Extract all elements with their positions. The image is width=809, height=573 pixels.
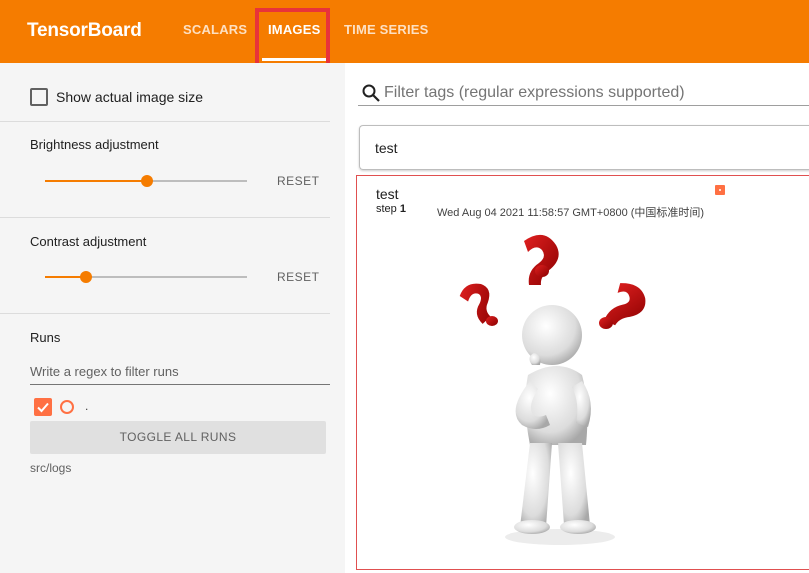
toggle-all-runs-button[interactable]: TOGGLE ALL RUNS bbox=[30, 421, 326, 454]
contrast-label: Contrast adjustment bbox=[30, 234, 147, 249]
run-checkbox[interactable] bbox=[34, 398, 52, 416]
question-mark-left bbox=[459, 283, 498, 326]
run-color-swatch[interactable] bbox=[60, 400, 74, 414]
step-label: step bbox=[376, 203, 397, 215]
step-value: 1 bbox=[399, 203, 406, 215]
log-directory: src/logs bbox=[30, 461, 72, 475]
image-size-section: Show actual image size bbox=[0, 63, 330, 122]
run-color-indicator bbox=[715, 185, 725, 195]
show-actual-size-label: Show actual image size bbox=[56, 89, 204, 105]
check-icon bbox=[37, 402, 49, 413]
brightness-slider-thumb[interactable] bbox=[141, 175, 153, 187]
image-card-title: test bbox=[376, 186, 399, 202]
runs-regex-input[interactable] bbox=[30, 359, 330, 385]
show-actual-size-checkbox[interactable] bbox=[30, 88, 48, 106]
contrast-reset-button[interactable]: RESET bbox=[277, 270, 320, 284]
search-icon bbox=[362, 84, 380, 102]
figure-body bbox=[505, 305, 615, 545]
top-app-bar: TensorBoard SCALARS IMAGES TIME SERIES bbox=[0, 0, 809, 63]
tag-group-header[interactable]: test bbox=[359, 125, 809, 170]
question-mark-right bbox=[599, 283, 646, 329]
tag-group-name: test bbox=[375, 140, 398, 156]
question-mark-top bbox=[524, 234, 559, 285]
tab-scalars[interactable]: SCALARS bbox=[183, 22, 247, 37]
image-card-step: step 1 bbox=[376, 203, 406, 215]
sidebar: Show actual image size Brightness adjust… bbox=[0, 63, 345, 573]
runs-title: Runs bbox=[30, 330, 61, 345]
tab-time-series[interactable]: TIME SERIES bbox=[344, 22, 429, 37]
contrast-section: Contrast adjustment RESET bbox=[0, 218, 330, 314]
contrast-slider-thumb[interactable] bbox=[80, 271, 92, 283]
image-card-timestamp: Wed Aug 04 2021 11:58:57 GMT+0800 (中国标准时… bbox=[437, 207, 705, 219]
thinking-figure-image bbox=[459, 234, 646, 545]
run-name: . bbox=[85, 399, 89, 413]
brightness-reset-button[interactable]: RESET bbox=[277, 174, 320, 188]
app-brand: TensorBoard bbox=[27, 20, 142, 41]
brightness-section: Brightness adjustment RESET bbox=[0, 122, 330, 218]
brightness-slider-fill bbox=[45, 180, 147, 182]
tag-filter-input[interactable] bbox=[384, 82, 804, 104]
brightness-label: Brightness adjustment bbox=[30, 137, 159, 152]
